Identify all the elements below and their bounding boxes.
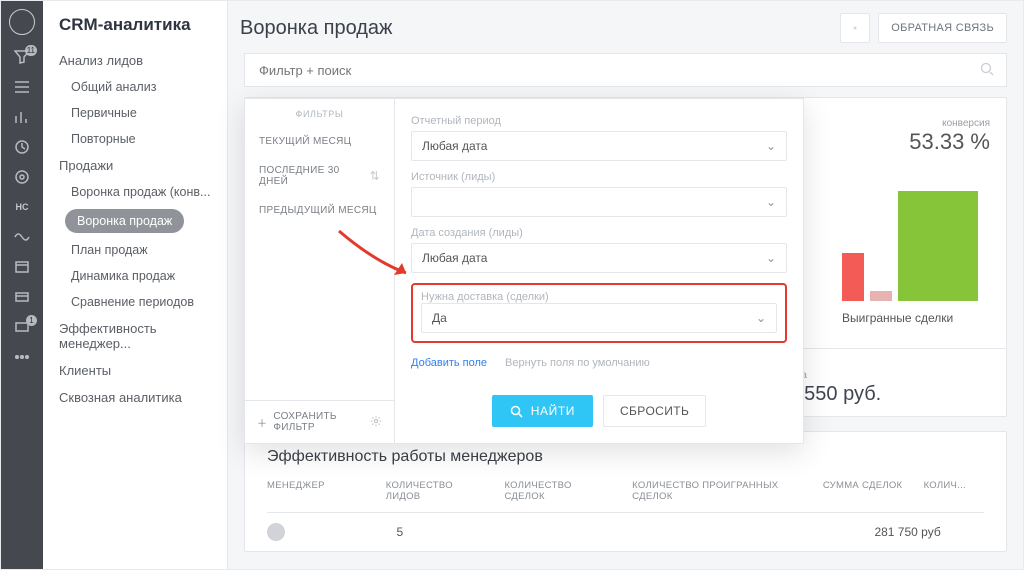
gear-icon [853, 21, 857, 35]
funnel-icon[interactable]: 11 [13, 49, 31, 65]
filters-header: ФИЛЬТРЫ [245, 99, 394, 127]
search-icon [980, 62, 994, 79]
settings-button[interactable] [840, 13, 870, 43]
card2-icon[interactable]: 1 [13, 319, 31, 335]
nav-item[interactable]: План продаж [43, 237, 227, 263]
app-title: CRM-аналитика [59, 15, 211, 35]
left-icon-bar: 11 HC 1 [1, 1, 43, 569]
highlighted-field: Нужна доставка (сделки) Да ⌄ [411, 283, 787, 343]
delivery-select[interactable]: Да ⌄ [421, 303, 777, 333]
target-icon[interactable] [13, 169, 31, 185]
add-field-link[interactable]: Добавить поле [411, 357, 487, 369]
nav-group-sales[interactable]: Продажи [43, 152, 227, 179]
nav-item[interactable]: Первичные [43, 100, 227, 126]
nav-group-eff[interactable]: Эффективность менеджер... [43, 315, 227, 357]
filter-preset[interactable]: ПРЕДЫДУЩИЙ МЕСЯЦ [245, 196, 394, 225]
table-row[interactable]: 5 281 750 руб [267, 513, 984, 551]
table-header: МЕНЕДЖЕР КОЛИЧЕСТВО ЛИДОВ КОЛИЧЕСТВО СДЕ… [267, 480, 984, 513]
close-button[interactable] [9, 9, 35, 35]
filter-preset[interactable]: ПОСЛЕДНИЕ 30 ДНЕЙ⇅ [245, 156, 394, 196]
side-nav: CRM-аналитика Анализ лидов Общий анализ … [43, 1, 228, 569]
source-select[interactable]: ⌄ [411, 187, 787, 217]
conversion-label: конверсия [942, 118, 990, 129]
nav-group-clients[interactable]: Клиенты [43, 357, 227, 384]
nav-item[interactable]: Сравнение периодов [43, 289, 227, 315]
chevron-down-icon: ⌄ [766, 251, 776, 265]
bars-icon[interactable] [13, 109, 31, 125]
page-title: Воронка продаж [240, 17, 840, 40]
bar-lost-small [870, 291, 892, 301]
reset-button[interactable]: СБРОСИТЬ [603, 395, 706, 427]
filter-fields-pane: Отчетный период Любая дата ⌄ Источник (л… [395, 99, 803, 443]
chevron-down-icon: ⌄ [766, 139, 776, 153]
plus-icon: ＋ [257, 415, 267, 430]
search-input[interactable] [257, 62, 980, 79]
feedback-button[interactable]: ОБРАТНАЯ СВЯЗЬ [878, 13, 1007, 43]
list-icon[interactable] [13, 79, 31, 95]
nav-group-leads[interactable]: Анализ лидов [43, 47, 227, 74]
search-bar[interactable] [244, 53, 1007, 87]
more-icon[interactable] [13, 349, 31, 365]
filter-popup: ФИЛЬТРЫ ТЕКУЩИЙ МЕСЯЦ ПОСЛЕДНИЕ 30 ДНЕЙ⇅… [244, 98, 804, 444]
bar-lost [842, 253, 864, 301]
nav-item[interactable]: Повторные [43, 126, 227, 152]
pin-icon: ⇅ [370, 169, 380, 183]
won-label: Выигранные сделки [842, 311, 953, 325]
wave-icon[interactable] [13, 229, 31, 245]
avatar [267, 523, 285, 541]
chevron-down-icon: ⌄ [766, 195, 776, 209]
filter-preset[interactable]: ТЕКУЩИЙ МЕСЯЦ [245, 127, 394, 156]
clock-icon[interactable] [13, 139, 31, 155]
filter-settings-icon[interactable] [370, 415, 382, 430]
nav-item-active[interactable]: Воронка продаж [65, 209, 184, 233]
field-label: Нужна доставка (сделки) [421, 291, 777, 303]
nav-item[interactable]: Воронка продаж (конв... [43, 179, 227, 205]
field-label: Отчетный период [411, 115, 787, 127]
funnel-bars [842, 191, 978, 301]
managers-title: Эффективность работы менеджеров [267, 448, 984, 466]
chevron-down-icon: ⌄ [756, 311, 766, 325]
bar-won [898, 191, 978, 301]
hc-icon[interactable]: HC [13, 199, 31, 215]
period-select[interactable]: Любая дата ⌄ [411, 131, 787, 161]
save-filter-button[interactable]: ＋ СОХРАНИТЬ ФИЛЬТР [257, 411, 370, 433]
nav-item[interactable]: Динамика продаж [43, 263, 227, 289]
field-label: Источник (лиды) [411, 171, 787, 183]
window-icon[interactable] [13, 259, 31, 275]
created-select[interactable]: Любая дата ⌄ [411, 243, 787, 273]
badge: 11 [25, 45, 37, 56]
field-label: Дата создания (лиды) [411, 227, 787, 239]
filter-presets-pane: ФИЛЬТРЫ ТЕКУЩИЙ МЕСЯЦ ПОСЛЕДНИЕ 30 ДНЕЙ⇅… [245, 99, 395, 443]
find-button[interactable]: НАЙТИ [492, 395, 593, 427]
managers-card: Эффективность работы менеджеров МЕНЕДЖЕР… [244, 431, 1007, 552]
card-icon[interactable] [13, 289, 31, 305]
nav-item[interactable]: Общий анализ [43, 74, 227, 100]
search-icon [510, 405, 523, 418]
reset-fields-link[interactable]: Вернуть поля по умолчанию [505, 357, 650, 369]
nav-group-through[interactable]: Сквозная аналитика [43, 384, 227, 411]
conversion-value: 53.33 % [909, 129, 990, 155]
